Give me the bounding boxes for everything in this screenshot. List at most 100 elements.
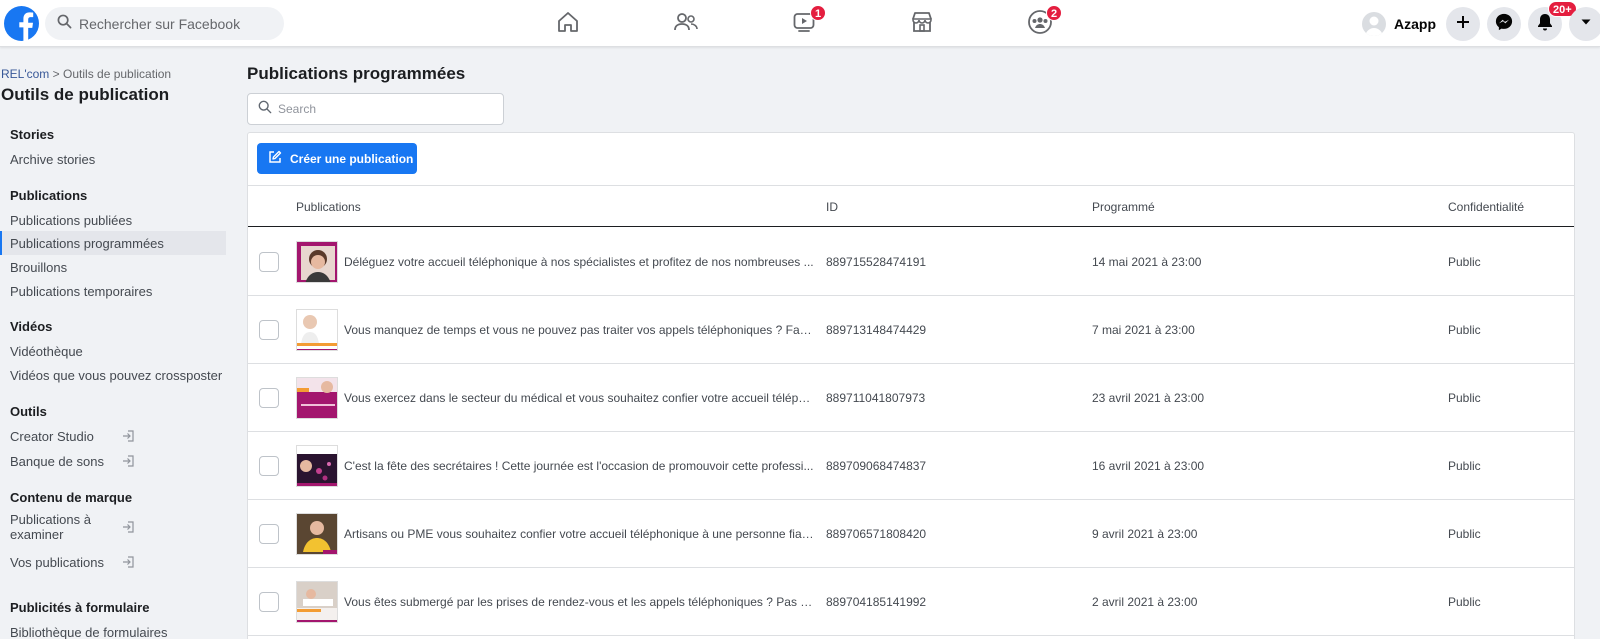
page-title: Publications programmées xyxy=(247,64,466,83)
sidebar-item-publications-programmees[interactable]: Publications programmées xyxy=(0,231,226,255)
column-header-confidentialite[interactable]: Confidentialité xyxy=(1448,200,1524,214)
row-checkbox[interactable] xyxy=(259,252,279,272)
section-publications: Publications xyxy=(10,188,88,203)
post-thumbnail xyxy=(296,309,338,351)
scheduled-posts-panel: Créer une publication Publications ID Pr… xyxy=(247,132,1575,639)
sidebar-item-label: Bibliothèque de formulaires xyxy=(10,624,168,639)
external-link-icon xyxy=(122,556,134,571)
sidebar-item-videos-crossposter[interactable]: Vidéos que vous pouvez crossposter xyxy=(0,363,226,387)
post-id: 889704185141992 xyxy=(826,595,927,609)
row-checkbox[interactable] xyxy=(259,388,279,408)
post-thumbnail xyxy=(296,445,338,487)
external-link-icon xyxy=(122,455,134,470)
post-privacy: Public xyxy=(1448,323,1481,337)
search-icon xyxy=(57,14,72,34)
row-checkbox[interactable] xyxy=(259,524,279,544)
edit-icon xyxy=(268,150,282,167)
post-text[interactable]: Vous exercez dans le secteur du médical … xyxy=(344,391,814,405)
column-header-programme[interactable]: Programmé xyxy=(1092,200,1155,214)
sidebar-item-label: Publications temporaires xyxy=(10,283,153,299)
table-row[interactable]: Vous exercez dans le secteur du médical … xyxy=(248,364,1574,432)
sidebar-item-label: Vidéothèque xyxy=(10,343,83,359)
nav-groups[interactable]: 2 xyxy=(1010,5,1070,41)
facebook-logo-icon[interactable] xyxy=(4,6,39,41)
messenger-button[interactable] xyxy=(1487,7,1521,41)
profile-name: Azapp xyxy=(1394,15,1436,32)
breadcrumb-separator: > xyxy=(52,67,60,81)
external-link-icon xyxy=(122,430,134,445)
avatar xyxy=(1362,11,1386,36)
watch-badge: 1 xyxy=(810,5,827,21)
notifications-button[interactable]: 20+ xyxy=(1528,1,1577,41)
home-icon xyxy=(556,10,580,39)
plus-icon xyxy=(1456,15,1470,34)
table-row[interactable]: Vous êtes submergé par les prises de ren… xyxy=(248,568,1574,636)
post-scheduled-date: 2 avril 2021 à 23:00 xyxy=(1092,595,1198,609)
table-header: Publications ID Programmé Confidentialit… xyxy=(248,185,1574,227)
nav-watch[interactable]: 1 xyxy=(774,5,834,41)
sidebar-item-bibliotheque-formulaires[interactable]: Bibliothèque de formulaires xyxy=(0,620,226,639)
sidebar-item-archive-stories[interactable]: Archive stories xyxy=(0,147,226,171)
post-privacy: Public xyxy=(1448,459,1481,473)
table-row[interactable]: C'est la fête des secrétaires ! Cette jo… xyxy=(248,432,1574,500)
section-publicites-formulaire: Publicités à formulaire xyxy=(10,600,150,615)
sidebar-item-vos-publications[interactable]: Vos publications xyxy=(0,550,226,574)
post-thumbnail xyxy=(296,377,338,419)
table-row[interactable]: Vous manquez de temps et vous ne pouvez … xyxy=(248,296,1574,364)
create-post-button[interactable]: Créer une publication xyxy=(257,143,417,174)
table-row[interactable]: Déléguez votre accueil téléphonique à no… xyxy=(248,228,1574,296)
breadcrumb: REL'com > Outils de publication xyxy=(1,67,171,81)
sidebar-item-videotheque[interactable]: Vidéothèque xyxy=(0,339,226,363)
account-menu-button[interactable] xyxy=(1569,7,1600,41)
sidebar-title: Outils de publication xyxy=(1,85,170,104)
global-search-bar[interactable] xyxy=(45,7,284,40)
breadcrumb-page-link[interactable]: REL'com xyxy=(1,67,49,81)
sidebar-item-creator-studio[interactable]: Creator Studio xyxy=(0,424,226,448)
nav-marketplace[interactable] xyxy=(892,7,952,41)
post-id: 889715528474191 xyxy=(826,255,927,269)
nav-friends[interactable] xyxy=(656,7,716,41)
sidebar-item-label: Publications programmées xyxy=(10,235,164,251)
post-privacy: Public xyxy=(1448,527,1481,541)
sidebar-item-publications-temporaires[interactable]: Publications temporaires xyxy=(0,279,226,303)
chevron-down-icon xyxy=(1580,15,1592,33)
sidebar-item-banque-sons[interactable]: Banque de sons xyxy=(0,449,226,473)
post-id: 889706571808420 xyxy=(826,527,927,541)
publishing-tools-sidebar: REL'com > Outils de publication Outils d… xyxy=(0,47,232,639)
sidebar-item-label: Publications publiées xyxy=(10,212,133,228)
friends-icon xyxy=(673,10,699,39)
post-thumbnail xyxy=(296,513,338,555)
top-navigation-bar: 1 2 Azapp 20+ xyxy=(0,0,1600,47)
row-checkbox[interactable] xyxy=(259,592,279,612)
sidebar-item-label: Vos publications xyxy=(10,554,104,570)
messenger-icon xyxy=(1495,13,1513,36)
column-header-publications[interactable]: Publications xyxy=(296,200,361,214)
external-link-icon xyxy=(122,521,134,536)
sidebar-item-publications-publiees[interactable]: Publications publiées xyxy=(0,208,226,232)
sidebar-item-label: Brouillons xyxy=(10,259,68,275)
table-row[interactable]: Artisans ou PME vous souhaitez confier v… xyxy=(248,500,1574,568)
sidebar-item-label: Vidéos que vous pouvez crossposter xyxy=(10,367,223,383)
column-header-id[interactable]: ID xyxy=(826,200,838,214)
row-checkbox[interactable] xyxy=(259,456,279,476)
post-text[interactable]: Artisans ou PME vous souhaitez confier v… xyxy=(344,527,814,541)
post-text[interactable]: Vous manquez de temps et vous ne pouvez … xyxy=(344,323,814,337)
sidebar-item-brouillons[interactable]: Brouillons xyxy=(0,255,226,279)
post-id: 889711041807973 xyxy=(826,391,926,405)
profile-button[interactable]: Azapp xyxy=(1362,9,1436,38)
post-privacy: Public xyxy=(1448,255,1481,269)
post-id: 889709068474837 xyxy=(826,459,927,473)
post-thumbnail xyxy=(296,581,338,623)
post-text[interactable]: Vous êtes submergé par les prises de ren… xyxy=(344,595,814,609)
marketplace-icon xyxy=(910,10,934,39)
posts-search-input[interactable] xyxy=(278,102,498,116)
post-scheduled-date: 23 avril 2021 à 23:00 xyxy=(1092,391,1205,405)
sidebar-item-publications-examiner[interactable]: Publications à examiner xyxy=(0,510,134,544)
create-menu-button[interactable] xyxy=(1446,7,1480,41)
row-checkbox[interactable] xyxy=(259,320,279,340)
post-text[interactable]: C'est la fête des secrétaires ! Cette jo… xyxy=(344,459,814,473)
post-text[interactable]: Déléguez votre accueil téléphonique à no… xyxy=(344,255,814,269)
nav-home[interactable] xyxy=(538,7,598,41)
global-search-input[interactable] xyxy=(79,15,269,32)
posts-search-bar[interactable] xyxy=(247,93,504,125)
